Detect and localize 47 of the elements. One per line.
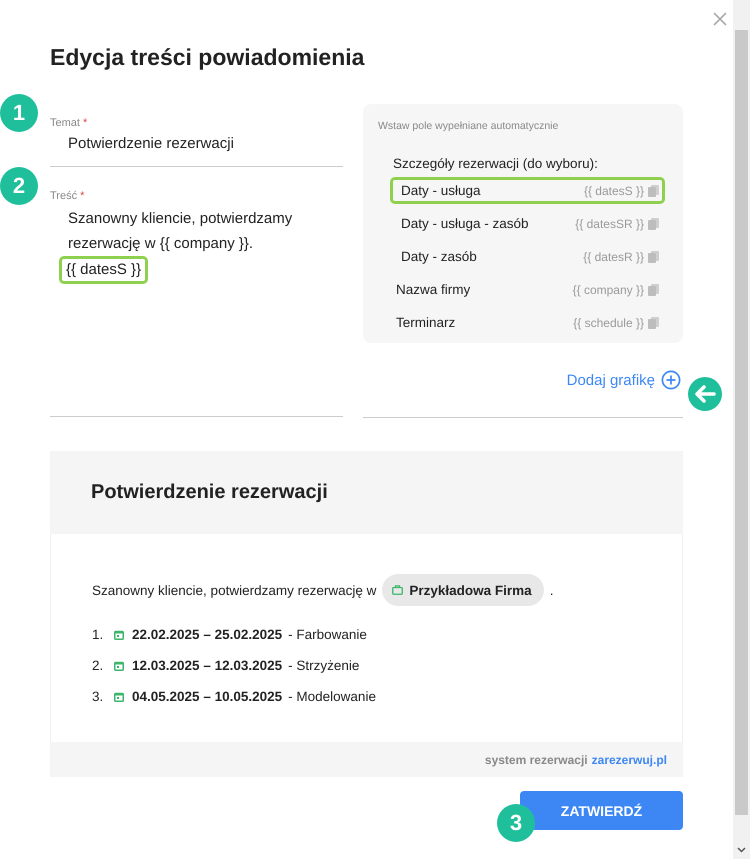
service-name: - Strzyżenie xyxy=(288,658,360,673)
calendar-icon xyxy=(114,692,124,702)
subject-field[interactable]: Potwierdzenie rezerwacji xyxy=(50,130,343,167)
group-label: Szczegóły rezerwacji (do wyboru): xyxy=(393,156,599,171)
close-icon[interactable] xyxy=(713,12,727,26)
item-number: 1. xyxy=(92,627,104,642)
copy-icon[interactable] xyxy=(648,250,659,262)
step-marker: 1 xyxy=(0,94,38,132)
copy-icon[interactable] xyxy=(648,284,659,296)
calendar-icon xyxy=(114,660,124,670)
panel-title: Wstaw pole wypełniane automatycznie xyxy=(378,120,560,132)
plus-icon[interactable] xyxy=(661,370,681,390)
date-range: 12.03.2025 – 12.03.2025 xyxy=(132,658,282,673)
confirm-button[interactable]: ZATWIERDŹ xyxy=(520,791,683,830)
message-field[interactable]: Szanowny kliencie, potwierdzamy rezerwację w {{ company }}. {{ datesS }} xyxy=(50,203,343,417)
date-range: 22.02.2025 – 25.02.2025 xyxy=(132,627,282,642)
service-name: - Farbowanie xyxy=(288,627,367,642)
footer-text: system rezerwacji xyxy=(484,752,588,766)
briefcase-icon xyxy=(392,585,404,595)
company-chip: Przykładowa Firma xyxy=(382,574,544,606)
copy-icon[interactable] xyxy=(648,218,659,230)
item-number: 3. xyxy=(92,689,104,704)
field-label: Treść * xyxy=(50,189,86,203)
scrollbar[interactable] xyxy=(733,0,750,859)
copy-icon[interactable] xyxy=(648,184,659,196)
field-label: Temat * xyxy=(50,116,88,130)
autofill-item[interactable]: Daty - zasób {{ datesR }} xyxy=(390,243,665,270)
calendar-icon xyxy=(114,630,124,640)
service-name: - Modelowanie xyxy=(288,689,376,704)
autofill-item[interactable]: Nazwa firmy {{ company }} xyxy=(393,276,665,303)
greeting-text: Szanowny kliencie, potwierdzamy rezerwację w xyxy=(92,582,376,598)
preview-heading: Potwierdzenie rezerwacji xyxy=(91,481,328,504)
greeting-end: . xyxy=(550,582,554,598)
scroll-down-icon[interactable] xyxy=(737,847,746,853)
autofill-item[interactable]: Daty - usługa - zasób {{ datesSR }} xyxy=(390,210,665,237)
autofill-item[interactable]: Terminarz {{ schedule }} xyxy=(393,309,665,336)
token-text: {{ datesS }} xyxy=(59,256,148,284)
scrollbar-thumb[interactable] xyxy=(735,30,748,815)
copy-icon[interactable] xyxy=(648,316,659,328)
step-marker: 2 xyxy=(0,167,38,205)
item-number: 2. xyxy=(92,658,104,673)
date-range: 04.05.2025 – 10.05.2025 xyxy=(132,689,282,704)
add-image-link[interactable]: Dodaj grafikę xyxy=(566,372,655,388)
arrow-marker-icon xyxy=(688,377,722,411)
step-marker: 3 xyxy=(497,804,535,842)
autofill-item[interactable]: Daty - usługa {{ datesS }} xyxy=(390,177,665,204)
dialog-title: Edycja treści powiadomienia xyxy=(50,43,366,70)
